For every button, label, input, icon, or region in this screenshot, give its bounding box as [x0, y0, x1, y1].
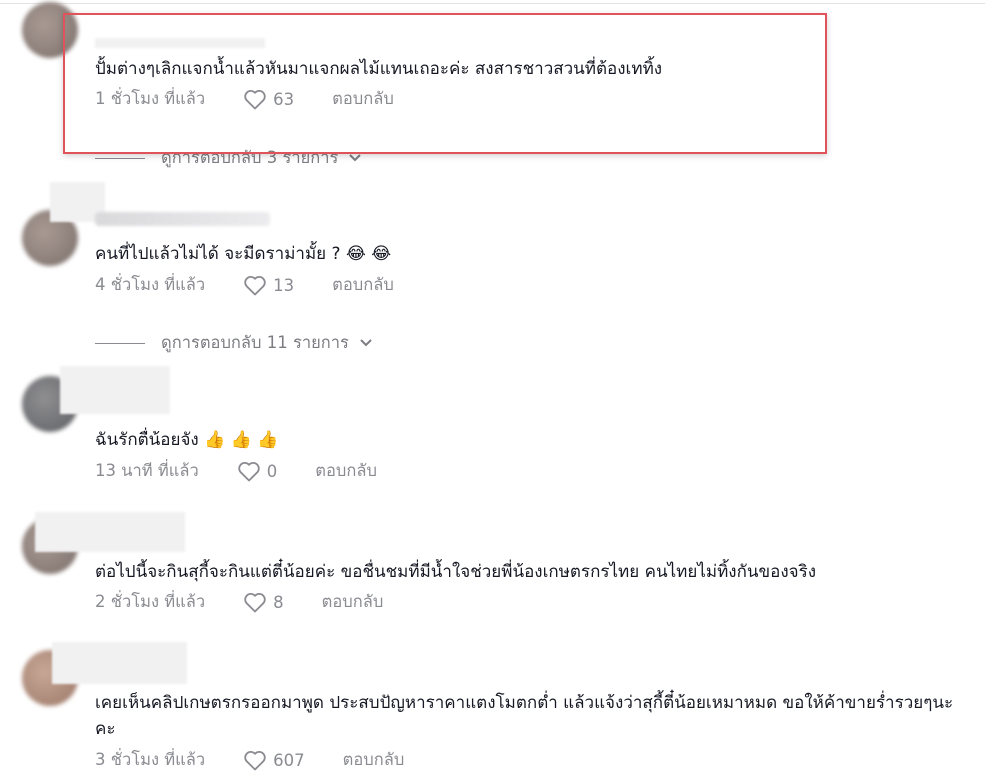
- like-button[interactable]: 13: [243, 274, 294, 296]
- avatar-blur: [35, 512, 185, 552]
- comment-text: คนที่ไปแล้วไม่ได้ จะมีดราม่ามั้ย ? 😂 😂: [95, 244, 392, 264]
- divider-line: [95, 342, 145, 344]
- divider-line: [95, 157, 145, 159]
- heart-outline-icon: [244, 751, 266, 771]
- highlight-box: [63, 13, 827, 154]
- comment-text: ต่อไปนี้จะกินสุกี้จะกินแต่ตี๋น้อยค่ะ ขอช…: [95, 562, 817, 582]
- view-replies-button[interactable]: ดูการตอบกลับ 11 รายการ: [95, 330, 374, 356]
- comment-time: 13 นาที ที่แล้ว: [95, 461, 199, 480]
- heart-outline-icon: [238, 462, 260, 482]
- view-replies-label: ดูการตอบกลับ 11 รายการ: [161, 333, 349, 352]
- comment-time: 3 ชั่วโมง ที่แล้ว: [95, 750, 206, 769]
- like-count: 13: [273, 275, 295, 295]
- comment-time: 4 ชั่วโมง ที่แล้ว: [95, 275, 206, 294]
- reply-button[interactable]: ตอบกลับ: [332, 272, 394, 298]
- comment-text: เคยเห็นคลิปเกษตรกรออกมาพูด ประสบปัญหาราค…: [95, 693, 954, 739]
- like-count: 0: [266, 461, 278, 481]
- top-divider: [0, 3, 985, 4]
- heart-outline-icon: [244, 276, 266, 296]
- comment-text: ฉันรักตื่น้อยจัง 👍 👍 👍: [95, 430, 279, 450]
- like-button[interactable]: 607: [243, 749, 305, 771]
- reply-button[interactable]: ตอบกลับ: [322, 589, 384, 615]
- username-blur: [95, 212, 270, 226]
- heart-outline-icon: [244, 593, 266, 613]
- avatar-blur: [52, 642, 187, 684]
- like-count: 8: [273, 592, 284, 612]
- comment-time: 2 ชั่วโมง ที่แล้ว: [95, 592, 206, 611]
- like-button[interactable]: 8: [243, 591, 284, 613]
- comment-meta: 4 ชั่วโมง ที่แล้ว 13 ตอบกลับ: [95, 272, 394, 298]
- reply-button[interactable]: ตอบกลับ: [343, 747, 405, 773]
- reply-button[interactable]: ตอบกลับ: [315, 458, 377, 484]
- chevron-down-icon: [360, 339, 372, 347]
- like-button[interactable]: 0: [237, 460, 278, 482]
- avatar-blur: [60, 366, 170, 414]
- like-count: 607: [273, 750, 305, 770]
- comment-meta: 3 ชั่วโมง ที่แล้ว 607 ตอบกลับ: [95, 747, 404, 773]
- comment-meta: 13 นาที ที่แล้ว 0 ตอบกลับ: [95, 458, 377, 484]
- comment-meta: 2 ชั่วโมง ที่แล้ว 8 ตอบกลับ: [95, 589, 383, 615]
